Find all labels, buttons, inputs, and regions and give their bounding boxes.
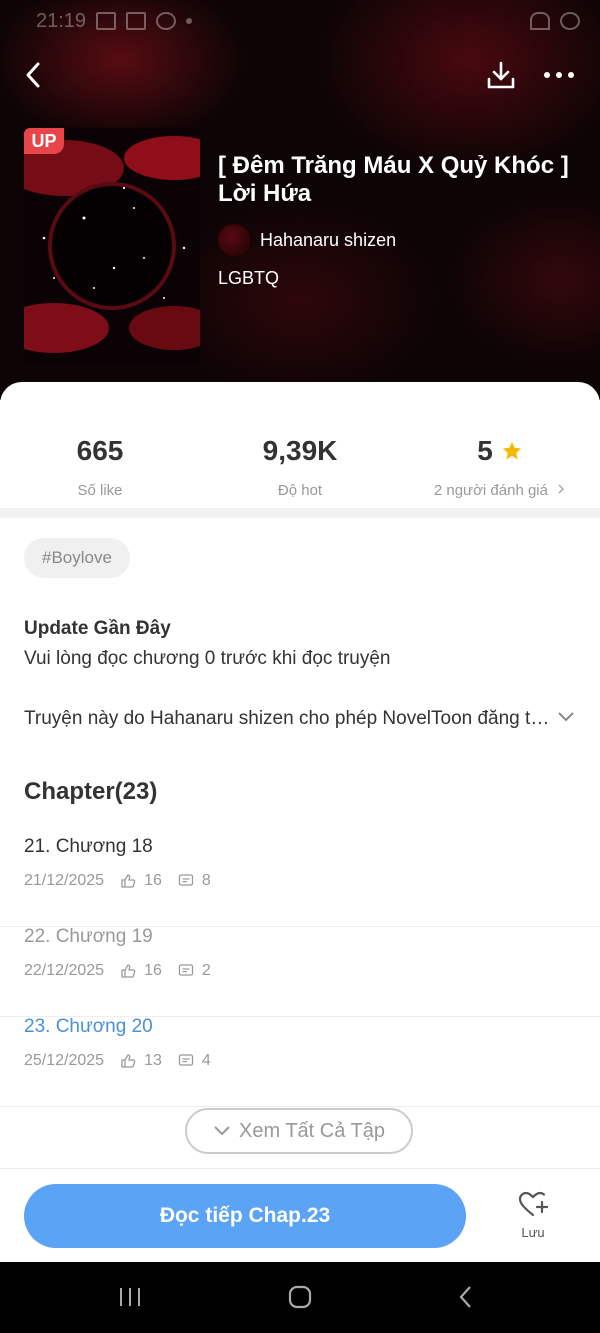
mail-icon bbox=[126, 12, 147, 30]
more-dots-icon bbox=[544, 72, 574, 78]
view-all-chapters-button[interactable]: Xem Tất Cả Tập bbox=[185, 1108, 413, 1154]
update-badge: UP bbox=[24, 128, 64, 154]
author-avatar bbox=[218, 224, 250, 256]
thumbs-up-icon bbox=[120, 963, 136, 979]
tag-chip[interactable]: #Boylove bbox=[24, 538, 130, 578]
chapter-date: 21/12/2025 bbox=[24, 872, 105, 889]
hot-count: 9,39K bbox=[262, 435, 338, 466]
continue-reading-button[interactable]: Đọc tiếp Chap.23 bbox=[24, 1184, 466, 1248]
stats-row: 665 Số like 9,39K Độ hot 5 2 người đánh … bbox=[0, 434, 600, 499]
chapter-title: 21. Chương 18 bbox=[24, 836, 153, 857]
more-options-button[interactable] bbox=[540, 58, 578, 92]
heart-plus-icon bbox=[518, 1191, 549, 1217]
rating-count-label: 2 người đánh giá bbox=[433, 482, 548, 499]
chapter-title: 22. Chương 19 bbox=[24, 926, 153, 947]
home-button[interactable] bbox=[280, 1282, 320, 1312]
back-chevron-icon bbox=[459, 1286, 471, 1308]
chapter-comments: 2 bbox=[201, 962, 211, 979]
bottom-bar-divider bbox=[0, 1168, 600, 1169]
book-cover-image[interactable] bbox=[24, 128, 200, 364]
book-description[interactable]: Truyện này do Hahanaru shizen cho phép N… bbox=[24, 708, 554, 730]
chevron-down-icon bbox=[214, 1126, 230, 1136]
thumbs-up-icon bbox=[120, 1053, 136, 1069]
chapter-likes: 16 bbox=[144, 872, 162, 889]
likes-count: 665 bbox=[76, 435, 124, 466]
expand-chevron-down-icon[interactable] bbox=[556, 710, 576, 724]
comment-icon bbox=[178, 963, 194, 979]
save-button[interactable]: Lưu bbox=[510, 1190, 556, 1240]
likes-label: Số like bbox=[77, 482, 123, 499]
back-arrow-icon bbox=[26, 62, 40, 88]
rating-label-row: 2 người đánh giá bbox=[400, 482, 600, 499]
download-button[interactable] bbox=[482, 56, 520, 94]
gallery-icon bbox=[96, 12, 117, 30]
status-bar: 21:19 bbox=[36, 8, 580, 34]
chapter-list-item[interactable]: 21. Chương 18 21/12/2025 16 8 bbox=[0, 836, 600, 927]
recent-apps-icon bbox=[120, 1288, 140, 1306]
hot-label: Độ hot bbox=[277, 482, 323, 499]
chapter-meta: 25/12/2025 13 4 bbox=[24, 1052, 211, 1070]
likes-stat: 665 Số like bbox=[0, 434, 200, 499]
thumbs-up-icon bbox=[120, 873, 136, 889]
comment-icon bbox=[178, 873, 194, 889]
view-all-label: Xem Tất Cả Tập bbox=[239, 1119, 385, 1142]
cover-art bbox=[24, 128, 200, 364]
chapter-meta: 21/12/2025 16 8 bbox=[24, 872, 211, 890]
chapter-date: 25/12/2025 bbox=[24, 1052, 105, 1069]
hot-stat: 9,39K Độ hot bbox=[200, 434, 400, 499]
status-time: 21:19 bbox=[36, 9, 87, 32]
back-nav-button[interactable] bbox=[448, 1282, 484, 1312]
book-title: [ Đêm Trăng Máu X Quỷ Khóc ] Lời Hứa bbox=[218, 152, 569, 207]
chapter-list-item[interactable]: 22. Chương 19 22/12/2025 16 2 bbox=[0, 926, 600, 1017]
recent-update-title: Update Gần Đây bbox=[24, 618, 171, 639]
chevron-right-icon bbox=[558, 484, 565, 494]
rating-value: 5 bbox=[477, 435, 493, 466]
back-button[interactable] bbox=[16, 58, 50, 92]
wifi-icon bbox=[530, 12, 550, 30]
chapter-date: 22/12/2025 bbox=[24, 962, 105, 979]
star-icon bbox=[502, 441, 521, 460]
recent-update-text: Vui lòng đọc chương 0 trước khi đọc truy… bbox=[24, 648, 391, 669]
message-icon bbox=[156, 12, 177, 30]
chapter-comments: 8 bbox=[201, 872, 211, 889]
save-label: Lưu bbox=[521, 1225, 545, 1240]
book-detail-card: 665 Số like 9,39K Độ hot 5 2 người đánh … bbox=[0, 382, 600, 1262]
chapter-comments: 4 bbox=[201, 1052, 211, 1069]
chapter-title: 23. Chương 20 bbox=[24, 1016, 153, 1037]
chapter-meta: 22/12/2025 16 2 bbox=[24, 962, 211, 980]
system-navigation-bar bbox=[0, 1262, 600, 1333]
comment-icon bbox=[178, 1053, 194, 1069]
chapter-likes: 16 bbox=[144, 962, 162, 979]
author-link[interactable]: Hahanaru shizen bbox=[218, 224, 396, 256]
download-icon bbox=[487, 61, 515, 89]
chapters-heading: Chapter(23) bbox=[24, 778, 158, 805]
alarm-icon bbox=[560, 12, 580, 30]
author-name: Hahanaru shizen bbox=[260, 229, 397, 250]
chapter-list-item[interactable]: 23. Chương 20 25/12/2025 13 4 bbox=[0, 1016, 600, 1107]
rating-value-row: 5 bbox=[400, 434, 600, 468]
genre-label[interactable]: LGBTQ bbox=[218, 268, 279, 289]
recent-apps-button[interactable] bbox=[110, 1282, 150, 1312]
home-icon bbox=[288, 1285, 312, 1309]
notification-dot-icon bbox=[186, 18, 193, 24]
section-divider bbox=[0, 508, 600, 518]
rating-stat[interactable]: 5 2 người đánh giá bbox=[400, 434, 600, 499]
chapter-likes: 13 bbox=[144, 1052, 162, 1069]
